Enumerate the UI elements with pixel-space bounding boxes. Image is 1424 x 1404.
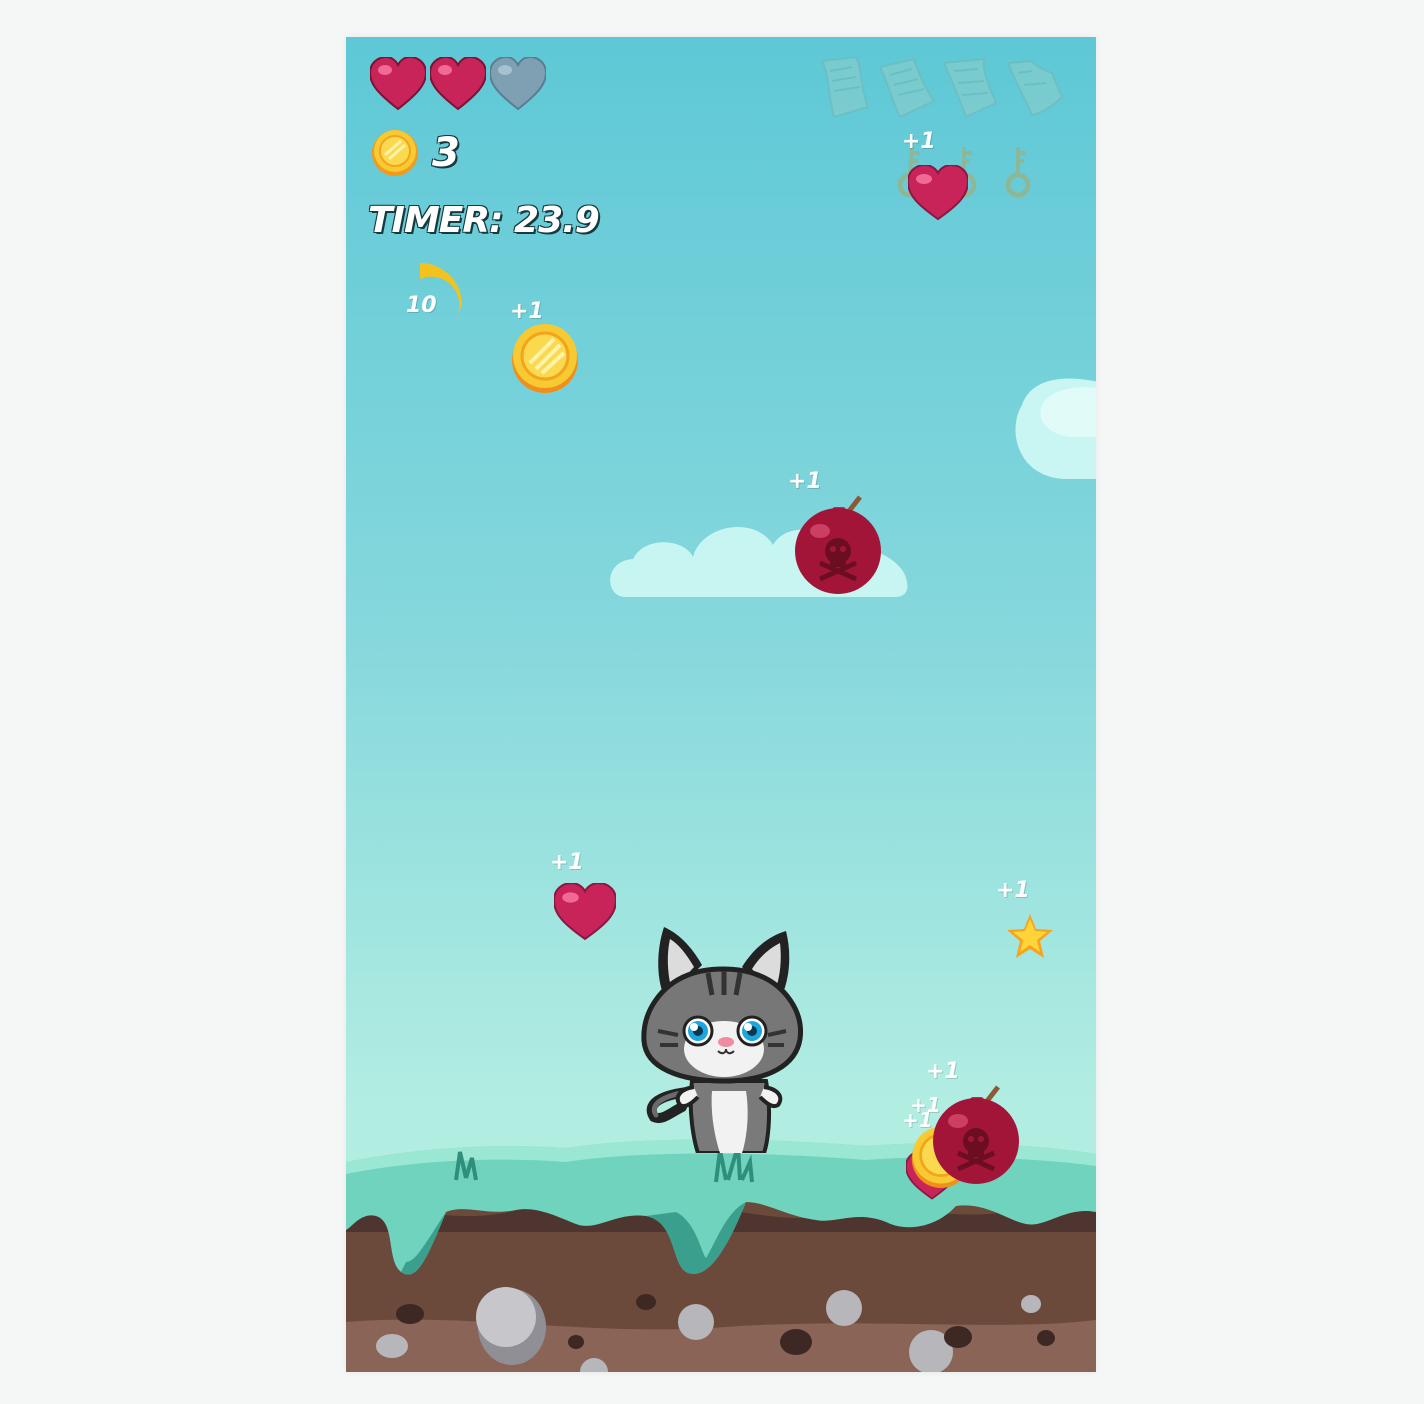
plus-one-label: +1 — [996, 878, 1030, 903]
falling-star-icon[interactable] — [1006, 913, 1054, 959]
game-canvas[interactable]: 3 TIMER: 23.9 10 +1 +1 +1 +1 +1 +1 +1 +1 — [346, 37, 1096, 1372]
life-heart-icon — [370, 57, 426, 111]
scrolls-collection — [816, 57, 1066, 119]
powerup-value: 10 — [406, 293, 437, 318]
scroll-icon — [878, 57, 936, 119]
falling-heart-icon[interactable] — [554, 883, 616, 941]
plus-one-label: +1 — [788, 469, 822, 494]
cat-player-character[interactable] — [638, 921, 808, 1153]
cloud-right — [1015, 378, 1096, 479]
key-icon — [1005, 147, 1031, 198]
scroll-icon — [1006, 59, 1064, 117]
falling-heart-icon[interactable] — [908, 165, 968, 221]
lives-display — [370, 57, 550, 113]
falling-bomb-icon[interactable] — [792, 493, 884, 595]
falling-bomb-icon[interactable] — [930, 1083, 1022, 1185]
plus-one-label: +1 — [926, 1059, 960, 1084]
falling-coin-icon[interactable] — [510, 323, 580, 393]
life-heart-icon — [430, 57, 486, 111]
plus-one-label: +1 — [902, 129, 936, 154]
scroll-icon — [942, 57, 998, 119]
scroll-icon — [820, 57, 870, 119]
plus-one-label: +1 — [550, 850, 584, 875]
coin-count: 3 — [432, 130, 460, 176]
life-heart-empty-icon — [490, 57, 546, 111]
timer-label: TIMER: 23.9 — [368, 200, 600, 241]
plus-one-label: +1 — [510, 299, 544, 324]
coin-icon — [372, 130, 418, 176]
